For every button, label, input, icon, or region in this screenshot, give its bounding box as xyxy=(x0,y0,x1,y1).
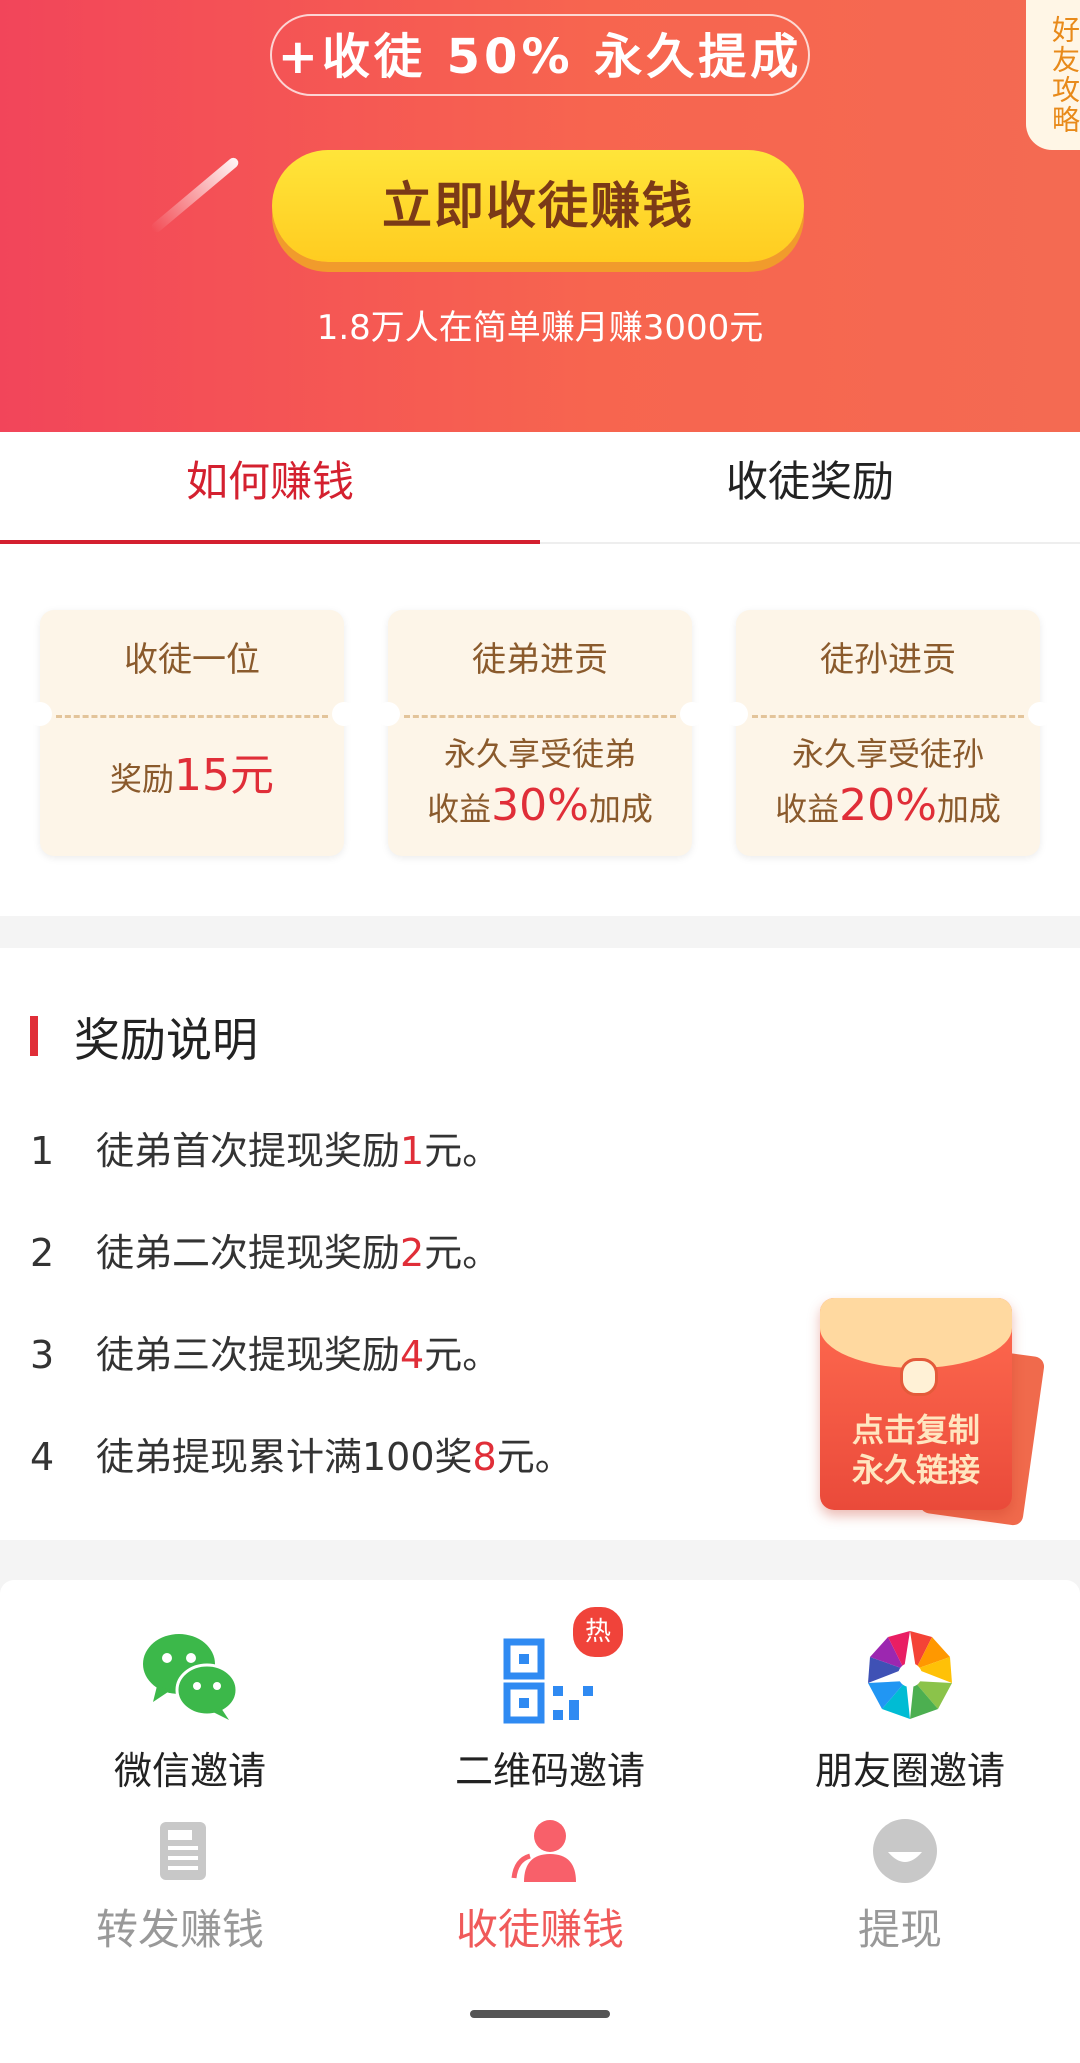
card-text: 收益 xyxy=(775,790,840,828)
section-accent-bar xyxy=(30,1016,38,1056)
card-title: 徒孙进贡 xyxy=(820,640,956,680)
recruit-earn-button[interactable]: 立即收徒赚钱 xyxy=(272,150,804,262)
card-body: 永久享受徒弟 收益30%加成 xyxy=(388,728,692,835)
hot-badge: 热 xyxy=(570,1604,626,1660)
rule-text: 徒弟首次提现奖励 xyxy=(96,1129,401,1173)
card-divider xyxy=(404,715,676,718)
invite-share-panel: 微信邀请 热 二维码邀请 朋友圈邀请 xyxy=(0,1580,1080,1812)
reward-cards: 收徒一位 奖励15元 徒弟进贡 永久享受徒弟 收益30%加成 徒孙进贡 永久享受… xyxy=(0,544,1080,916)
moments-icon xyxy=(868,1631,952,1719)
friend-strategy-tab[interactable]: 好友攻略 xyxy=(1026,0,1080,150)
tab-recruit-rewards[interactable]: 收徒奖励 xyxy=(540,432,1080,542)
reward-card-grand-apprentice: 徒孙进贡 永久享受徒孙 收益20%加成 xyxy=(724,610,1052,856)
banner-subtitle: 1.8万人在简单赚月赚3000元 xyxy=(316,308,764,348)
card-body: 奖励15元 xyxy=(40,750,344,805)
rule-item: 1 徒弟首次提现奖励1元。 xyxy=(30,1120,500,1175)
tab-how-to-earn[interactable]: 如何赚钱 xyxy=(0,432,540,544)
coin-icon xyxy=(900,1358,938,1396)
rule-item: 4 徒弟提现累计满100奖8元。 xyxy=(30,1426,573,1481)
card-title: 收徒一位 xyxy=(124,640,260,680)
card-text: 永久享受徒孙 xyxy=(791,735,984,773)
reward-card-recruit: 收徒一位 奖励15元 xyxy=(28,610,356,856)
card-text: 奖励 xyxy=(109,760,174,798)
rule-value: 1 xyxy=(400,1129,425,1173)
rule-number: 2 xyxy=(30,1231,55,1275)
rule-item: 3 徒弟三次提现奖励4元。 xyxy=(30,1324,500,1379)
nav-label: 提现 xyxy=(857,1905,942,1954)
rule-number: 4 xyxy=(30,1435,55,1479)
commission-slogan: +收徒 50% 永久提成 xyxy=(270,14,810,96)
card-divider xyxy=(56,715,328,718)
card-text: 永久享受徒弟 xyxy=(443,735,636,773)
content-tabs: 如何赚钱 收徒奖励 xyxy=(0,432,1080,544)
rule-value: 2 xyxy=(400,1231,425,1275)
nav-label: 收徒赚钱 xyxy=(455,1905,624,1954)
share-moments[interactable]: 朋友圈邀请 xyxy=(730,1580,1080,1812)
rule-text: 元。 xyxy=(424,1231,501,1275)
rule-text: 徒弟二次提现奖励 xyxy=(96,1231,401,1275)
rule-item: 2 徒弟二次提现奖励2元。 xyxy=(30,1222,500,1277)
card-text: 收益 xyxy=(427,790,492,828)
copy-link-envelope[interactable]: 点击复制 永久链接 xyxy=(810,1298,1048,1527)
share-qrcode[interactable]: 热 二维码邀请 xyxy=(370,1580,730,1812)
nav-forward-earn[interactable]: 转发赚钱 xyxy=(0,1812,360,1982)
envelope-line: 点击复制 xyxy=(851,1411,980,1449)
rule-text: 元。 xyxy=(424,1333,501,1377)
envelope-line: 永久链接 xyxy=(851,1451,980,1489)
nav-recruit-earn[interactable]: 收徒赚钱 xyxy=(360,1812,720,1982)
card-value: 30% xyxy=(491,780,589,831)
share-wechat[interactable]: 微信邀请 xyxy=(10,1580,370,1812)
share-label: 朋友圈邀请 xyxy=(814,1749,1005,1793)
card-value: 20% xyxy=(839,780,937,831)
card-text: 加成 xyxy=(588,790,653,828)
apprentice-icon xyxy=(511,1820,576,1882)
envelope-front: 点击复制 永久链接 xyxy=(820,1298,1012,1510)
card-value: 15元 xyxy=(174,750,274,801)
card-body: 永久享受徒孙 收益20%加成 xyxy=(736,728,1040,835)
rule-text: 徒弟三次提现奖励 xyxy=(96,1333,401,1377)
withdraw-icon xyxy=(873,1819,937,1883)
reward-card-apprentice: 徒弟进贡 永久享受徒弟 收益30%加成 xyxy=(376,610,704,856)
card-title: 徒弟进贡 xyxy=(472,640,608,680)
rule-number: 3 xyxy=(30,1333,55,1377)
nav-label: 转发赚钱 xyxy=(95,1905,264,1954)
invite-banner: +收徒 50% 永久提成 好友攻略 立即收徒赚钱 1.8万人在简单赚月赚3000… xyxy=(0,0,1080,432)
card-text: 加成 xyxy=(936,790,1001,828)
section-title: 奖励说明 xyxy=(74,1013,258,1067)
rule-number: 1 xyxy=(30,1129,55,1173)
bottom-nav: 转发赚钱 收徒赚钱 提现 xyxy=(0,1812,1080,2063)
nav-withdraw[interactable]: 提现 xyxy=(720,1812,1080,1982)
share-label: 微信邀请 xyxy=(113,1749,266,1793)
rule-value: 8 xyxy=(472,1435,497,1479)
rule-text: 元。 xyxy=(496,1435,573,1479)
rule-text: 元。 xyxy=(424,1129,501,1173)
news-icon xyxy=(160,1822,206,1880)
meteor-decoration xyxy=(149,155,241,235)
envelope-text: 点击复制 永久链接 xyxy=(820,1410,1012,1490)
wechat-icon xyxy=(143,1634,239,1720)
card-divider xyxy=(752,715,1024,718)
home-indicator[interactable] xyxy=(470,2010,610,2018)
share-label: 二维码邀请 xyxy=(454,1749,645,1793)
rule-text: 徒弟提现累计满100奖 xyxy=(96,1435,473,1479)
rule-value: 4 xyxy=(400,1333,425,1377)
